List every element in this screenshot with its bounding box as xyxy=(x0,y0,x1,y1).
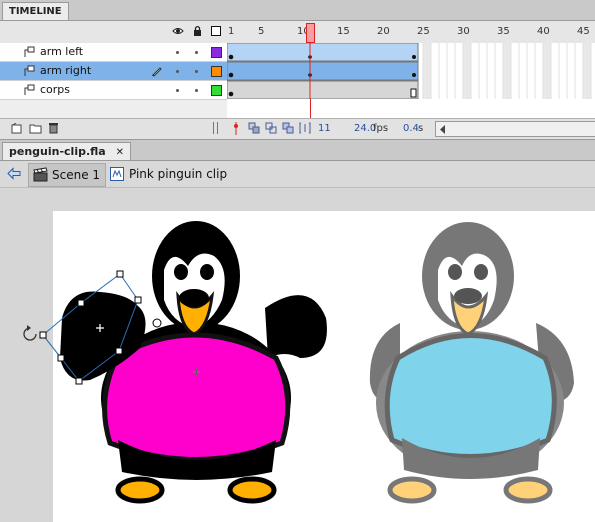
frame-number: 15 xyxy=(337,26,350,37)
layer-icon xyxy=(22,84,36,99)
eye-icon[interactable] xyxy=(172,26,184,39)
penguin-instance-pink xyxy=(60,221,327,504)
rotate-cursor-icon xyxy=(23,325,37,341)
frames-grid[interactable] xyxy=(227,43,595,118)
document-tab-bar: penguin-clip.fla ✕ xyxy=(0,140,595,161)
onion-outline-icon[interactable] xyxy=(265,122,277,137)
edit-multiple-frames-icon[interactable] xyxy=(282,122,294,137)
close-icon[interactable]: ✕ xyxy=(116,147,124,158)
layer-color-swatch[interactable] xyxy=(211,66,222,77)
document-tab[interactable]: penguin-clip.fla ✕ xyxy=(2,142,131,160)
trash-icon[interactable] xyxy=(48,122,59,137)
divider xyxy=(217,122,218,134)
layer-name: arm left xyxy=(40,45,84,58)
document-tab-label: penguin-clip.fla xyxy=(9,145,106,158)
divider xyxy=(213,122,214,134)
timeline-status-bar: 11 24.0 fps 0.4 s xyxy=(0,118,595,140)
visibility-dot[interactable] xyxy=(176,51,179,54)
frame-number: 1 xyxy=(228,26,235,37)
scene-crumb[interactable]: Scene 1 xyxy=(28,163,106,187)
penguin-instance-blue xyxy=(369,222,574,504)
elapsed-time-value[interactable]: 0.4 xyxy=(403,123,419,134)
visibility-dot[interactable] xyxy=(176,89,179,92)
layer-name: corps xyxy=(40,83,71,96)
lock-dot[interactable] xyxy=(195,51,198,54)
fps-unit: fps xyxy=(373,123,389,134)
clapperboard-icon xyxy=(33,167,48,185)
playhead-handle[interactable] xyxy=(306,23,315,43)
layer-row-corps[interactable]: corps xyxy=(0,81,227,100)
stage-artwork xyxy=(23,221,574,504)
timeline-tab-bar: TIMELINE xyxy=(0,0,595,21)
lock-dot[interactable] xyxy=(195,70,198,73)
frame-number: 35 xyxy=(497,26,510,37)
outline-toggle-icon[interactable] xyxy=(211,26,221,36)
new-folder-icon[interactable] xyxy=(29,123,42,137)
layer-list-empty-space xyxy=(0,100,227,118)
edit-bar: Scene 1 Pink pinguin clip xyxy=(0,161,595,188)
horizontal-scrollbar[interactable] xyxy=(435,121,595,137)
onion-skin-icon[interactable] xyxy=(248,122,260,137)
symbol-crumb-label[interactable]: Pink pinguin clip xyxy=(129,167,227,181)
layer-color-swatch[interactable] xyxy=(211,85,222,96)
frame-ruler[interactable]: 1 5 10 15 20 25 30 35 40 45 xyxy=(227,21,595,43)
frame-number: 30 xyxy=(457,26,470,37)
lock-icon[interactable] xyxy=(193,25,202,39)
frame-number: 20 xyxy=(377,26,390,37)
scene-label: Scene 1 xyxy=(52,168,101,182)
playhead-line xyxy=(310,99,311,118)
pencil-icon xyxy=(151,65,163,80)
frame-number: 5 xyxy=(258,26,265,37)
layer-row-arm-right[interactable]: arm right xyxy=(0,62,227,81)
timeline-header: 1 5 10 15 20 25 30 35 40 45 xyxy=(0,21,595,44)
modify-markers-icon[interactable] xyxy=(299,122,311,137)
lock-dot[interactable] xyxy=(195,89,198,92)
timeline-tab[interactable]: TIMELINE xyxy=(2,2,69,20)
frames-empty-space xyxy=(227,99,595,118)
layer-icon xyxy=(22,65,36,80)
movie-clip-icon xyxy=(110,167,124,184)
layer-row-arm-left[interactable]: arm left xyxy=(0,43,227,62)
visibility-dot[interactable] xyxy=(176,70,179,73)
current-frame-value[interactable]: 11 xyxy=(318,123,331,134)
back-arrow-icon[interactable] xyxy=(7,167,21,183)
layer-color-swatch[interactable] xyxy=(211,47,222,58)
layer-icon xyxy=(22,46,36,61)
frame-number: 25 xyxy=(417,26,430,37)
layer-name: arm right xyxy=(40,64,92,77)
center-frame-icon[interactable] xyxy=(232,122,240,138)
frame-number: 45 xyxy=(577,26,590,37)
time-unit: s xyxy=(418,123,424,134)
scroll-left-arrow-icon[interactable] xyxy=(439,124,446,137)
new-layer-icon[interactable] xyxy=(11,122,23,137)
frame-number: 40 xyxy=(537,26,550,37)
